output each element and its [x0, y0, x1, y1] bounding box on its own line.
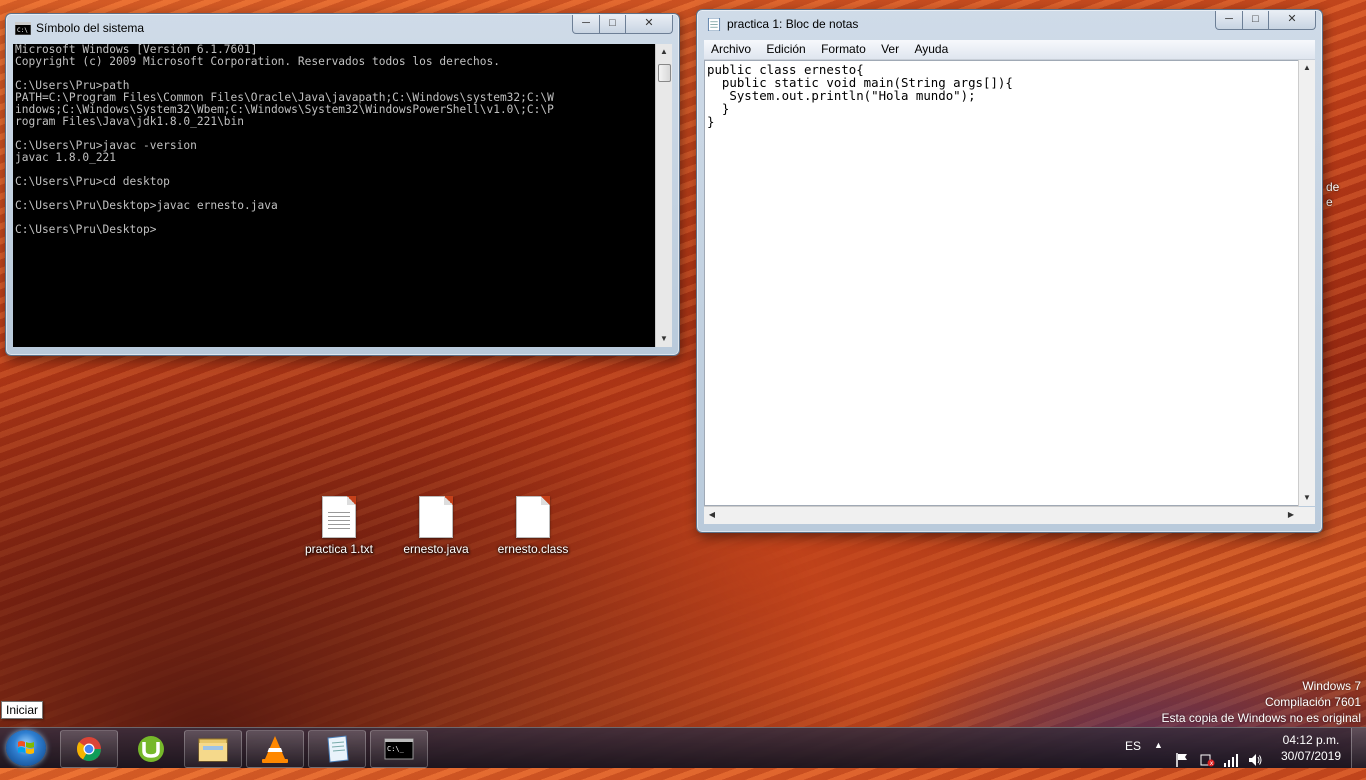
- console-line: C:\Users\Pru\Desktop>javac ernesto.java: [15, 199, 278, 212]
- text-file-icon: [322, 496, 356, 538]
- notepad-titlebar[interactable]: practica 1: Bloc de notas ─ □ ✕: [697, 10, 1322, 38]
- scroll-down-arrow-icon[interactable]: ▼: [656, 331, 672, 347]
- close-button[interactable]: ✕: [625, 15, 673, 34]
- menu-formato[interactable]: Formato: [816, 40, 871, 59]
- watermark-genuine-notice: Esta copia de Windows no es original: [1161, 711, 1361, 725]
- scroll-up-arrow-icon[interactable]: ▲: [656, 44, 672, 60]
- console-output[interactable]: Microsoft Windows [Versión 6.1.7601] Copy…: [13, 44, 656, 347]
- horizontal-scrollbar[interactable]: ◀ ▶: [704, 506, 1299, 524]
- action-center-flag-icon[interactable]: [1175, 740, 1189, 780]
- code-line: }: [707, 101, 730, 116]
- vertical-scrollbar[interactable]: ▲ ▼: [1298, 60, 1315, 506]
- start-tooltip: Iniciar: [1, 701, 44, 719]
- desktop-text-fragment: e: [1326, 195, 1333, 209]
- power-warning-icon[interactable]: x: [1199, 740, 1215, 780]
- maximize-button[interactable]: □: [1242, 11, 1269, 30]
- cmd-title: Símbolo del sistema: [36, 21, 145, 35]
- menu-edicion[interactable]: Edición: [761, 40, 810, 59]
- watermark-build: Compilación 7601: [1264, 695, 1361, 709]
- taskbar-cmd-button[interactable]: C:\_: [370, 730, 428, 768]
- file-icon: [516, 496, 550, 538]
- desktop-text-fragment: de: [1326, 180, 1340, 194]
- taskbar-vlc-button[interactable]: [246, 730, 304, 768]
- code-line: }: [707, 114, 715, 129]
- text-editor-area[interactable]: public class ernesto{ public static void…: [704, 60, 1299, 506]
- desktop-icon-practica-txt[interactable]: practica 1.txt: [299, 496, 379, 556]
- svg-text:C:\_: C:\_: [387, 745, 405, 753]
- show-hidden-icons-icon[interactable]: ▲: [1154, 740, 1163, 780]
- notepad-icon: [707, 18, 721, 31]
- taskbar-utorrent-button[interactable]: [122, 730, 180, 768]
- scroll-left-arrow-icon[interactable]: ◀: [704, 507, 720, 524]
- watermark-os: Windows 7: [1302, 679, 1361, 693]
- console-line: C:\Users\Pru>cd desktop: [15, 175, 170, 188]
- menu-bar: Archivo Edición Formato Ver Ayuda: [704, 40, 1315, 60]
- minimize-button[interactable]: ─: [1215, 11, 1243, 30]
- scroll-down-arrow-icon[interactable]: ▼: [1299, 490, 1315, 506]
- menu-ver[interactable]: Ver: [876, 40, 904, 59]
- desktop-icon-label: ernesto.class: [497, 542, 569, 556]
- windows-watermark: Windows 7 Compilación 7601 Esta copia de…: [1162, 678, 1361, 726]
- scroll-thumb[interactable]: [658, 64, 671, 82]
- minimize-button[interactable]: ─: [572, 15, 600, 34]
- console-line: javac 1.8.0_221: [15, 151, 117, 164]
- scroll-right-arrow-icon[interactable]: ▶: [1283, 507, 1299, 524]
- show-desktop-button[interactable]: [1351, 728, 1366, 768]
- svg-text:C:\: C:\: [17, 27, 28, 34]
- scroll-up-arrow-icon[interactable]: ▲: [1299, 60, 1315, 76]
- maximize-button[interactable]: □: [599, 15, 626, 34]
- utorrent-icon: [138, 736, 164, 762]
- close-button[interactable]: ✕: [1268, 11, 1316, 30]
- clock-date: 30/07/2019: [1280, 749, 1342, 763]
- taskbar-notepad-button[interactable]: [308, 730, 366, 768]
- notepad-icon: [327, 735, 349, 763]
- cmd-icon: C:\: [15, 22, 31, 35]
- clock[interactable]: 04:12 p.m. 30/07/2019: [1275, 732, 1347, 772]
- svg-text:x: x: [1210, 760, 1214, 767]
- cmd-titlebar[interactable]: C:\ Símbolo del sistema ─ □ ✕: [6, 14, 679, 42]
- resize-grip[interactable]: [1299, 507, 1315, 524]
- desktop-icon-ernesto-java[interactable]: ernesto.java: [396, 496, 476, 556]
- taskbar-chrome-button[interactable]: [60, 730, 118, 768]
- vlc-icon: [262, 736, 288, 763]
- menu-archivo[interactable]: Archivo: [706, 40, 756, 59]
- cmd-window[interactable]: C:\ Símbolo del sistema ─ □ ✕ Microsoft …: [5, 13, 680, 356]
- network-signal-icon[interactable]: [1223, 740, 1239, 780]
- start-button[interactable]: [6, 730, 46, 766]
- windows-logo-icon: [18, 741, 34, 754]
- desktop-icon-ernesto-class[interactable]: ernesto.class: [493, 496, 573, 556]
- taskbar-explorer-button[interactable]: [184, 730, 242, 768]
- console-line: Copyright (c) 2009 Microsoft Corporation…: [15, 55, 500, 68]
- taskbar: C:\_ ES ▲ x 04:12 p.m. 30/07/2019: [0, 727, 1366, 768]
- vertical-scrollbar[interactable]: ▲ ▼: [655, 44, 672, 347]
- file-icon: [419, 496, 453, 538]
- console-line: C:\Users\Pru\Desktop>: [15, 223, 157, 236]
- menu-ayuda[interactable]: Ayuda: [909, 40, 953, 59]
- console-line: rogram Files\Java\jdk1.8.0_221\bin: [15, 115, 245, 128]
- cmd-icon: C:\_: [384, 738, 414, 760]
- volume-icon[interactable]: [1247, 740, 1263, 780]
- desktop-icon-label: practica 1.txt: [304, 542, 374, 556]
- clock-time: 04:12 p.m.: [1282, 733, 1340, 747]
- notepad-title: practica 1: Bloc de notas: [727, 17, 859, 31]
- desktop-icon-label: ernesto.java: [403, 542, 469, 556]
- notepad-window[interactable]: practica 1: Bloc de notas ─ □ ✕ Archivo …: [696, 9, 1323, 533]
- code-line: System.out.println("Hola mundo");: [707, 88, 976, 103]
- file-explorer-icon: [198, 738, 228, 762]
- chrome-icon: [76, 737, 101, 762]
- language-indicator[interactable]: ES: [1125, 739, 1141, 779]
